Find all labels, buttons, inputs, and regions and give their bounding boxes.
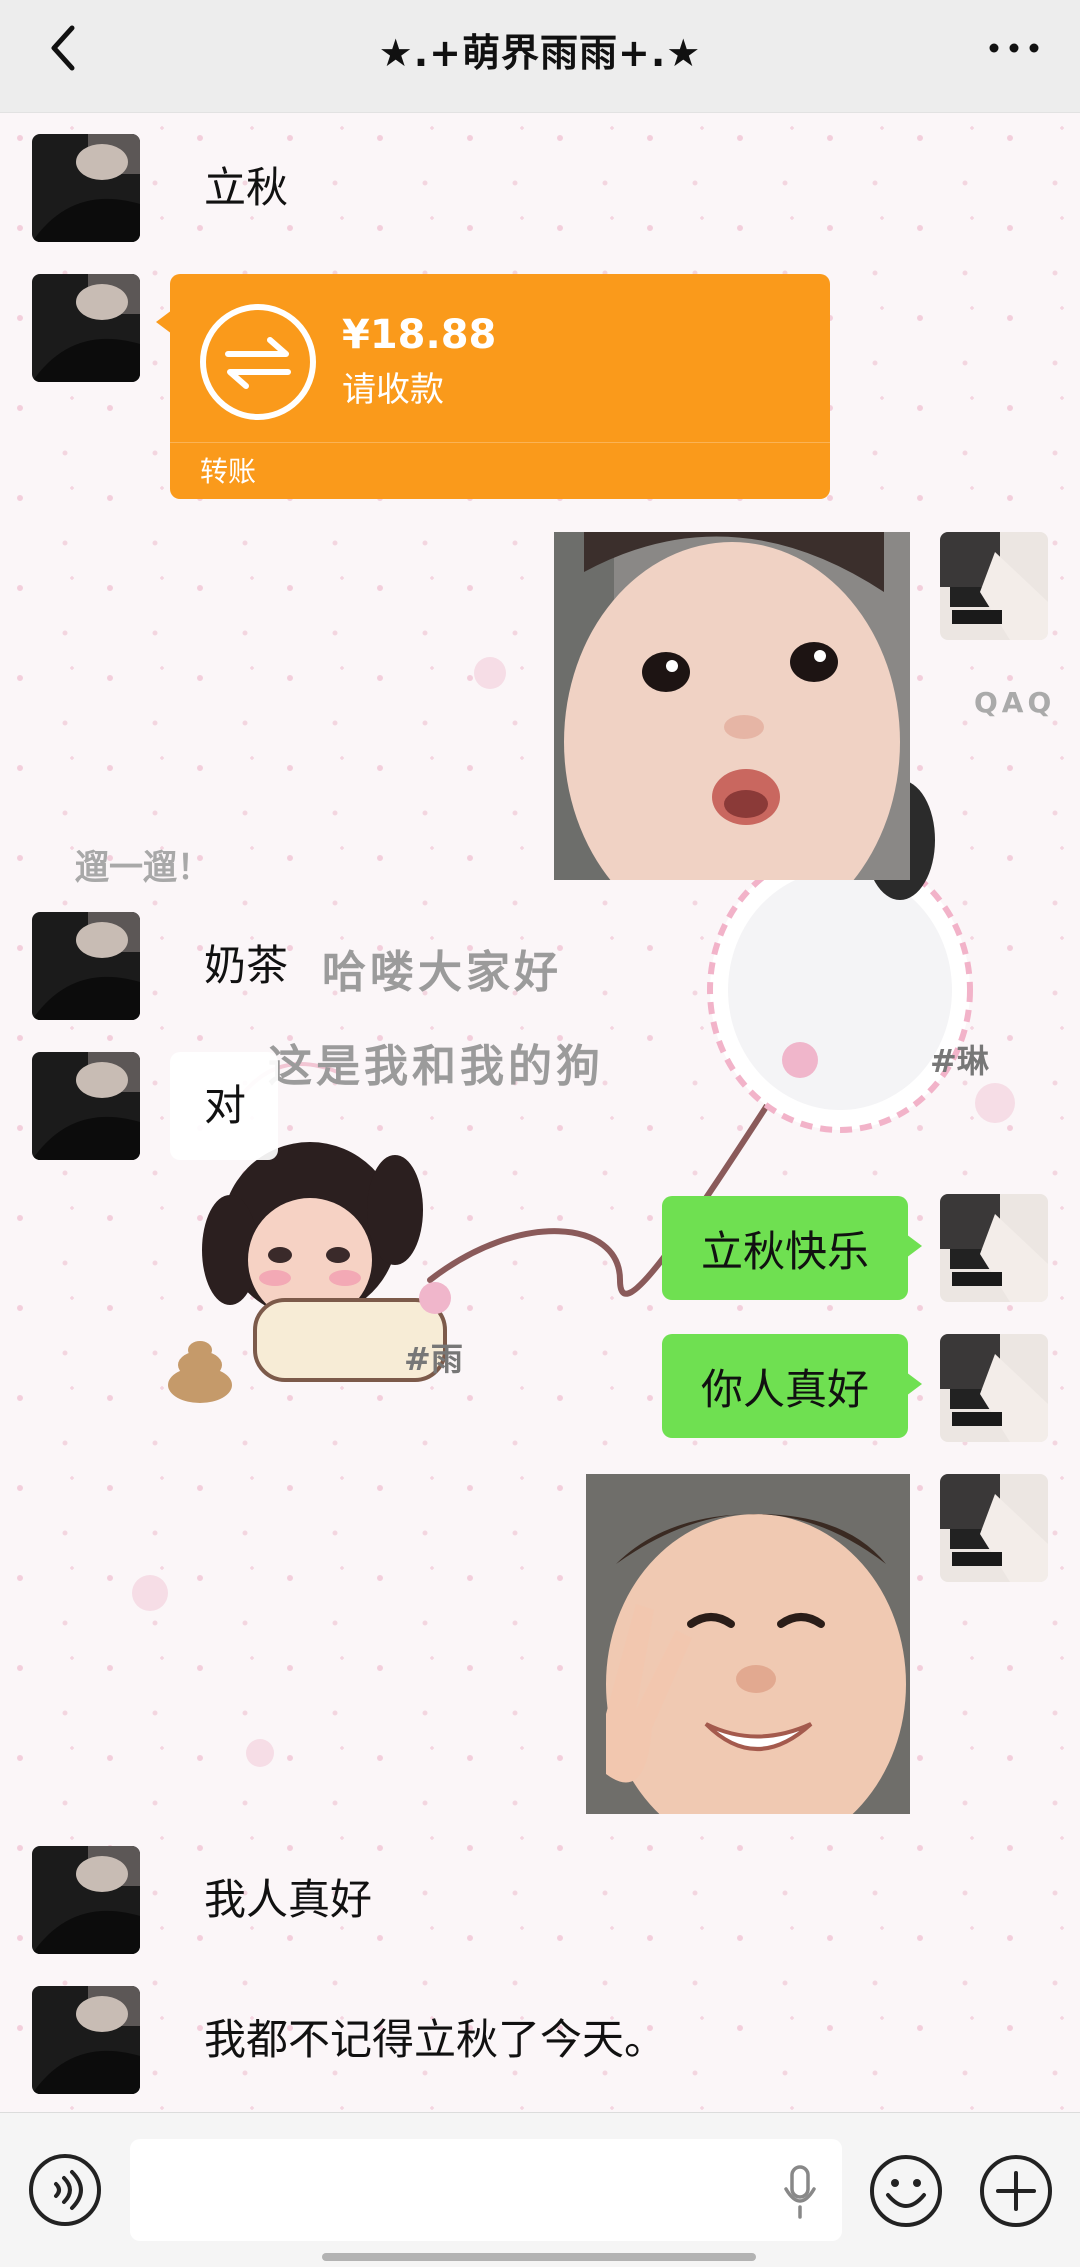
message-text[interactable]: 奶茶	[204, 940, 288, 992]
message-bubble-sent[interactable]: 你人真好	[662, 1334, 922, 1438]
avatar[interactable]	[32, 1052, 140, 1160]
transfer-label: 转账	[200, 455, 257, 488]
voice-icon	[29, 2154, 101, 2226]
message-text[interactable]: 立秋	[204, 162, 288, 214]
my-avatar[interactable]	[940, 532, 1048, 640]
message-bubble-sent[interactable]: 立秋快乐	[662, 1196, 922, 1300]
sticker-caption-hello: 哈喽大家好	[322, 947, 562, 998]
emoji-button[interactable]	[868, 2153, 944, 2229]
more-button[interactable]	[984, 28, 1044, 68]
avatar[interactable]	[32, 1986, 140, 2094]
image-message-baby-1[interactable]	[554, 532, 910, 880]
plus-button[interactable]	[978, 2153, 1054, 2229]
avatar[interactable]	[32, 1846, 140, 1954]
sticker-tag-qaq: QAQ	[974, 686, 1056, 719]
message-input[interactable]	[130, 2139, 842, 2241]
back-button[interactable]	[36, 18, 96, 78]
home-indicator	[322, 2253, 756, 2261]
voice-button[interactable]	[28, 2153, 102, 2227]
sticker-tag-lin: #琳	[930, 1042, 989, 1080]
plus-icon	[980, 2155, 1052, 2227]
transfer-status: 请收款	[342, 370, 444, 410]
my-avatar[interactable]	[940, 1334, 1048, 1442]
divider	[170, 442, 830, 443]
transfer-card[interactable]: ¥18.88 请收款 转账	[156, 274, 830, 499]
back-icon	[51, 25, 75, 71]
message-text[interactable]: 我都不记得立秋了今天。	[204, 2014, 666, 2066]
avatar[interactable]	[32, 912, 140, 1020]
transfer-amount: ¥18.88	[342, 312, 497, 358]
sticker-caption-dog: 这是我和我的狗	[268, 1041, 604, 1092]
message-bubble[interactable]: 对	[170, 1052, 278, 1160]
my-avatar[interactable]	[940, 1474, 1048, 1582]
transfer-icon	[200, 304, 316, 420]
emoji-icon	[870, 2155, 942, 2227]
message-text[interactable]: 我人真好	[204, 1874, 372, 1926]
mic-icon[interactable]	[780, 2163, 820, 2221]
image-message-baby-2[interactable]	[586, 1474, 910, 1814]
input-toolbar	[0, 2112, 1080, 2267]
avatar[interactable]	[32, 134, 140, 242]
sticker-caption-walk: 遛一遛！	[75, 848, 211, 888]
avatar[interactable]	[32, 274, 140, 382]
sticker-tag-yu: #雨	[404, 1340, 463, 1378]
chat-title: ★.+萌界雨雨+.★	[378, 31, 702, 75]
message-text: 立秋快乐	[700, 1226, 869, 1276]
message-text: 对	[204, 1081, 247, 1130]
message-text: 你人真好	[700, 1364, 869, 1414]
more-icon	[989, 43, 1039, 53]
chat-header: ★.+萌界雨雨+.★	[0, 0, 1080, 113]
my-avatar[interactable]	[940, 1194, 1048, 1302]
